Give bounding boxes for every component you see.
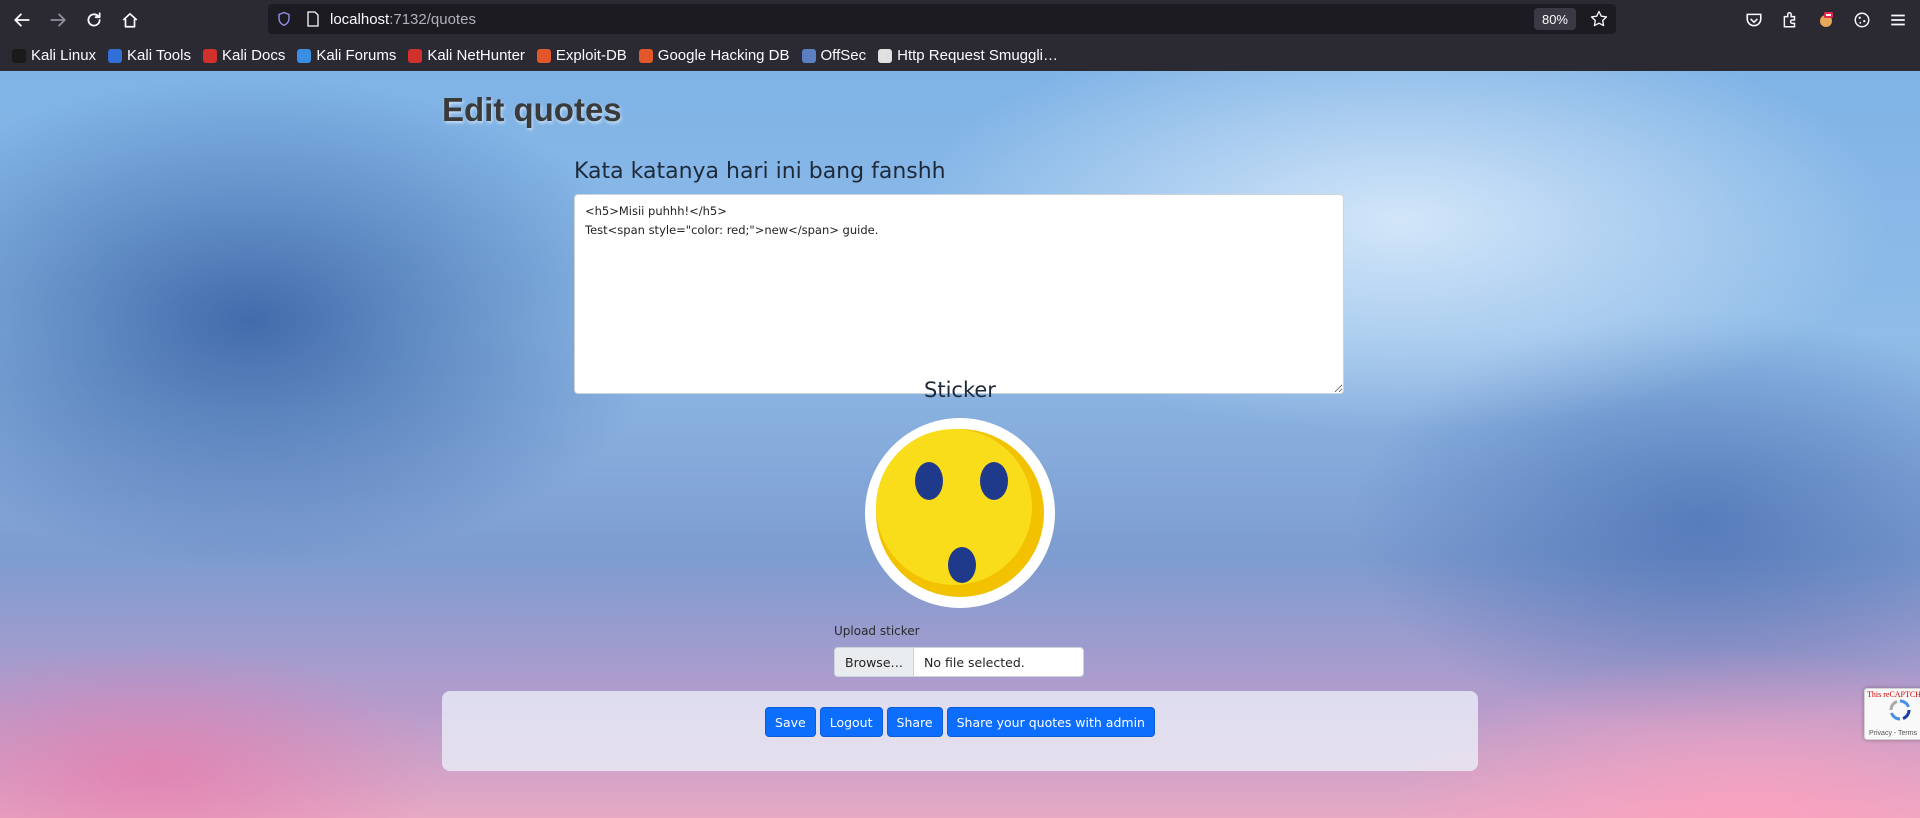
pocket-icon[interactable] [1736,2,1772,38]
bookmark-item[interactable]: Kali Linux [12,47,96,64]
quote-textarea[interactable] [574,194,1344,394]
bookmark-favicon-icon [297,48,312,63]
forward-icon[interactable] [40,2,76,38]
recaptcha-badge[interactable]: This reCAPTCHA is for testing purposes o… [1864,688,1920,740]
bookmarks-bar: Kali Linux Kali Tools Kali Docs Kali Forums… [0,40,1920,71]
bookmark-label: Kali Docs [221,47,286,64]
url-bar[interactable]: localhost:7132/quotes 80% [268,4,1616,34]
bookmark-item[interactable]: Exploit-DB [536,47,627,64]
menu-icon[interactable] [1880,2,1916,38]
bookmark-item[interactable]: Google Hacking DB [638,47,790,64]
browse-button[interactable]: Browse… [835,648,915,676]
extensions-icon[interactable] [1772,2,1808,38]
bookmark-item[interactable]: Kali NetHunter [408,47,525,64]
bookmark-label: Google Hacking DB [657,47,790,64]
sticker-label: Sticker [924,378,996,402]
file-status: No file selected. [924,654,1025,670]
cookie-icon[interactable] [1844,2,1880,38]
url-text[interactable]: localhost:7132/quotes [330,11,476,28]
bookmark-item[interactable]: Kali Tools [108,47,191,64]
bookmark-label: Kali Linux [31,47,97,64]
recaptcha-footer[interactable]: Privacy - Terms [1869,730,1917,737]
url-path: :7132/quotes [389,10,476,28]
bookmark-label: Exploit-DB [555,47,627,64]
bookmark-favicon-icon [536,48,551,63]
bookmark-item[interactable]: Http Request Smuggli… [878,47,1058,64]
bookmark-item[interactable]: Kali Docs [202,47,286,64]
quote-label: Kata katanya hari ini bang fanshh [574,159,946,184]
sticker-file-input[interactable]: Browse… No file selected. [834,647,1084,677]
back-icon[interactable] [4,2,40,38]
bookmark-item[interactable]: Kali Forums [297,47,396,64]
share-with-admin-button[interactable]: Share your quotes with admin [946,707,1155,737]
save-button[interactable]: Save [765,707,816,737]
bookmark-label: Kali NetHunter [427,47,525,64]
action-buttons: Save Logout Share Share your quotes with… [0,707,1920,737]
recaptcha-text: This reCAPTCHA is for testing purposes o… [1867,690,1920,699]
toolbar-right [1736,0,1920,40]
zoom-level[interactable]: 80% [1533,8,1576,30]
bookmark-favicon-icon [408,48,423,63]
page-icon [306,11,320,27]
bookmark-label: Http Request Smuggli… [897,47,1059,64]
browser-toolbar: localhost:7132/quotes 80% [0,0,1920,40]
bookmark-favicon-icon [878,48,893,63]
home-icon[interactable] [112,2,148,38]
reload-icon[interactable] [76,2,112,38]
bookmark-label: Kali Tools [127,47,191,64]
recaptcha-icon [1889,699,1911,721]
bookmark-favicon-icon [108,48,123,63]
logout-button[interactable]: Logout [819,707,883,737]
page-background: Edit quotes Kata katanya hari ini bang f… [0,71,1920,818]
bookmark-label: Kali Forums [316,47,397,64]
bookmark-favicon-icon [12,48,26,63]
upload-sticker-label: Upload sticker [834,624,920,638]
extension-badge-icon[interactable] [1808,2,1844,38]
sticker-image [865,418,1055,608]
shield-icon[interactable] [276,11,292,27]
page-title: Edit quotes [442,91,622,128]
bookmark-star-icon[interactable] [1590,10,1608,28]
bookmark-item[interactable]: OffSec [801,47,867,64]
bookmark-label: OffSec [820,47,867,64]
url-host: localhost [330,10,390,28]
share-button[interactable]: Share [886,707,943,737]
bookmark-favicon-icon [202,48,217,63]
bookmark-favicon-icon [638,48,653,63]
bookmark-favicon-icon [801,48,816,63]
